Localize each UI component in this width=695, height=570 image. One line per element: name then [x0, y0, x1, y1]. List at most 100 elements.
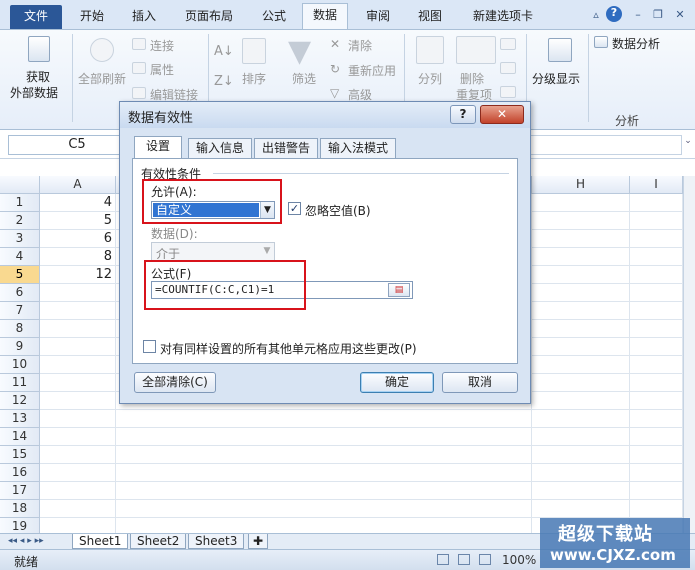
- collapse-ribbon-icon[interactable]: ▵: [588, 8, 604, 22]
- cell[interactable]: [532, 446, 630, 464]
- page-break-view-icon[interactable]: [479, 554, 491, 565]
- row-header[interactable]: 9: [0, 338, 40, 356]
- help-icon[interactable]: ?: [606, 6, 622, 22]
- cell-a[interactable]: [40, 284, 116, 302]
- tab-insert[interactable]: 插入: [122, 5, 166, 29]
- ok-button[interactable]: 确定: [360, 372, 434, 393]
- tab-page-layout[interactable]: 页面布局: [176, 5, 242, 29]
- row-header[interactable]: 13: [0, 410, 40, 428]
- cell[interactable]: [630, 320, 683, 338]
- select-all-corner[interactable]: [0, 176, 40, 194]
- apply-all-label[interactable]: 对有同样设置的所有其他单元格应用这些更改(P): [160, 340, 417, 357]
- properties-button[interactable]: 属性: [150, 61, 174, 78]
- row-header[interactable]: 16: [0, 464, 40, 482]
- cell[interactable]: [630, 266, 683, 284]
- sort-button[interactable]: 排序: [242, 70, 266, 87]
- row-header[interactable]: 1: [0, 194, 40, 212]
- filter-button[interactable]: 筛选: [292, 70, 316, 87]
- cell-a[interactable]: [40, 446, 116, 464]
- column-header-i[interactable]: I: [630, 176, 683, 194]
- cell-a[interactable]: [40, 356, 116, 374]
- range-select-icon[interactable]: ▤: [388, 283, 410, 297]
- dialog-titlebar[interactable]: 数据有效性 ? ✕: [120, 102, 530, 128]
- vertical-scrollbar[interactable]: [683, 176, 695, 533]
- what-if-icon[interactable]: [500, 86, 516, 98]
- insert-sheet-icon[interactable]: ✚: [248, 534, 269, 549]
- cell[interactable]: [532, 284, 630, 302]
- row-header[interactable]: 4: [0, 248, 40, 266]
- cell[interactable]: [116, 482, 532, 500]
- cell-a[interactable]: [40, 428, 116, 446]
- cell[interactable]: [630, 356, 683, 374]
- get-external-label-2[interactable]: 外部数据: [10, 84, 58, 101]
- cell[interactable]: [532, 320, 630, 338]
- tab-review[interactable]: 审阅: [356, 5, 400, 29]
- apply-all-checkbox[interactable]: [143, 340, 156, 353]
- cell[interactable]: [630, 212, 683, 230]
- cell[interactable]: [630, 194, 683, 212]
- cancel-button[interactable]: 取消: [442, 372, 518, 393]
- cell[interactable]: [532, 302, 630, 320]
- cell[interactable]: [116, 410, 532, 428]
- cell[interactable]: [116, 428, 532, 446]
- cell[interactable]: [532, 392, 630, 410]
- page-layout-view-icon[interactable]: [458, 554, 470, 565]
- minimize-icon[interactable]: –: [630, 8, 646, 22]
- cell[interactable]: [630, 464, 683, 482]
- cell[interactable]: [116, 500, 532, 518]
- tab-home[interactable]: 开始: [72, 5, 112, 29]
- row-header[interactable]: 18: [0, 500, 40, 518]
- row-header[interactable]: 12: [0, 392, 40, 410]
- tab-view[interactable]: 视图: [408, 5, 452, 29]
- dialog-tab-error-alert[interactable]: 出错警告: [254, 138, 318, 158]
- cell[interactable]: [630, 248, 683, 266]
- clear-button[interactable]: 清除: [348, 37, 372, 54]
- sort-za-icon[interactable]: Z↓: [214, 74, 234, 89]
- refresh-icon[interactable]: [90, 38, 114, 62]
- zoom-level[interactable]: 100%: [502, 553, 536, 567]
- cell-a[interactable]: [40, 338, 116, 356]
- reapply-button[interactable]: 重新应用: [348, 62, 396, 79]
- cell-a[interactable]: [40, 410, 116, 428]
- row-header[interactable]: 3: [0, 230, 40, 248]
- tab-new-tab[interactable]: 新建选项卡: [462, 5, 544, 29]
- tab-file[interactable]: 文件: [10, 5, 62, 29]
- sort-az-icon[interactable]: A↓: [214, 44, 234, 59]
- cell-a[interactable]: 12: [40, 266, 116, 284]
- cell-a[interactable]: 4: [40, 194, 116, 212]
- cell[interactable]: [532, 374, 630, 392]
- cell[interactable]: [532, 500, 630, 518]
- sheet-tab-3[interactable]: Sheet3: [188, 534, 245, 549]
- remove-duplicates-button[interactable]: 删除: [460, 70, 484, 87]
- refresh-all-button[interactable]: 全部刷新: [78, 70, 126, 87]
- cell[interactable]: [532, 410, 630, 428]
- row-header[interactable]: 8: [0, 320, 40, 338]
- get-external-label[interactable]: 获取: [26, 68, 50, 85]
- cell[interactable]: [116, 518, 532, 533]
- validation-icon[interactable]: [500, 38, 516, 50]
- cell[interactable]: [630, 392, 683, 410]
- sheet-tab-2[interactable]: Sheet2: [130, 534, 187, 549]
- cell-a[interactable]: [40, 302, 116, 320]
- cell[interactable]: [630, 500, 683, 518]
- cell[interactable]: [630, 410, 683, 428]
- cell[interactable]: [532, 356, 630, 374]
- dialog-tab-input-message[interactable]: 输入信息: [188, 138, 252, 158]
- cell-a[interactable]: [40, 320, 116, 338]
- ignore-blank-label[interactable]: 忽略空值(B): [305, 202, 371, 219]
- column-header-a[interactable]: A: [40, 176, 116, 194]
- formula-expand-icon[interactable]: ⌄: [682, 136, 694, 154]
- dialog-tab-ime-mode[interactable]: 输入法模式: [320, 138, 396, 158]
- clear-all-button[interactable]: 全部清除(C): [134, 372, 216, 393]
- sheet-nav-icons[interactable]: ◂◂ ◂ ▸ ▸▸: [8, 534, 44, 548]
- cell[interactable]: [532, 482, 630, 500]
- dialog-tab-settings[interactable]: 设置: [134, 136, 182, 159]
- column-header-h[interactable]: H: [532, 176, 630, 194]
- cell[interactable]: [532, 230, 630, 248]
- cell[interactable]: [630, 446, 683, 464]
- row-header[interactable]: 10: [0, 356, 40, 374]
- cell-a[interactable]: [40, 518, 116, 533]
- cell-a[interactable]: [40, 482, 116, 500]
- text-to-columns-button[interactable]: 分列: [418, 70, 442, 87]
- cell[interactable]: [532, 212, 630, 230]
